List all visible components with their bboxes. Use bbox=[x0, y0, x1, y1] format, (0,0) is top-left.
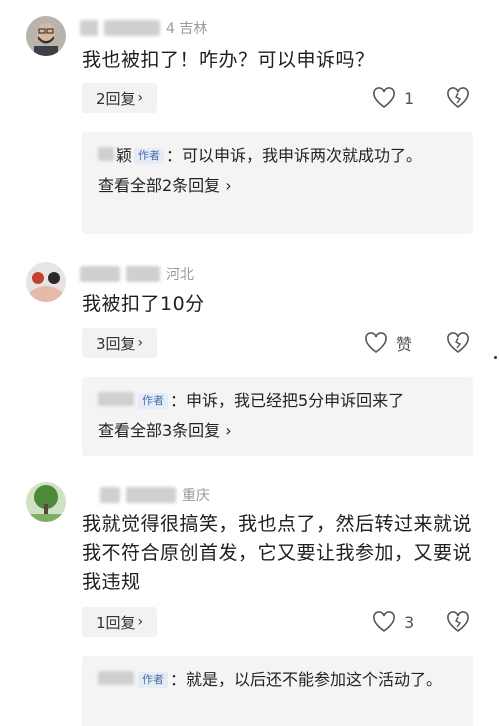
chevron-right-icon: › bbox=[225, 421, 232, 440]
like-count: 3 bbox=[404, 612, 415, 632]
avatar[interactable] bbox=[26, 16, 66, 56]
dislike-button[interactable] bbox=[446, 328, 470, 358]
reply-count-label: 2回复 bbox=[96, 89, 136, 108]
username-redacted bbox=[98, 671, 134, 685]
view-all-replies-link[interactable]: 查看全部2条回复 › bbox=[98, 172, 457, 200]
chevron-right-icon: › bbox=[137, 614, 144, 630]
view-all-replies-link[interactable]: 查看全部3条回复 › bbox=[98, 417, 457, 445]
scroll-indicator-dot bbox=[494, 356, 497, 359]
author-reply-text: ：可以申诉，我申诉两次就成功了。 bbox=[166, 146, 423, 165]
username-redacted bbox=[98, 147, 114, 161]
author-reply: 颖作者 ：可以申诉，我申诉两次就成功了。 bbox=[98, 142, 457, 170]
dislike-button[interactable] bbox=[446, 607, 470, 637]
author-reply-text: ：就是，以后还不能参加这个活动了。 bbox=[170, 670, 443, 689]
heart-outline-icon bbox=[373, 87, 395, 109]
view-all-label: 查看全部2条回复 bbox=[98, 176, 221, 195]
reply-count-button[interactable]: 1回复 › bbox=[82, 607, 158, 637]
like-button[interactable]: 1 bbox=[372, 83, 414, 113]
location-label: 4 吉林 bbox=[166, 21, 208, 37]
heart-outline-icon bbox=[373, 611, 395, 633]
reply-count-label: 3回复 bbox=[96, 334, 136, 353]
username-redacted bbox=[126, 266, 160, 282]
broken-heart-icon bbox=[447, 87, 469, 109]
author-tag: 作者 bbox=[138, 393, 168, 409]
author-reply-text: ：申诉，我已经把5分申诉回来了 bbox=[170, 391, 405, 410]
username-redacted bbox=[80, 266, 120, 282]
username-redacted bbox=[98, 392, 134, 406]
chevron-right-icon: › bbox=[137, 90, 144, 106]
location-label: 重庆 bbox=[182, 488, 210, 504]
author-reply-box[interactable]: 作者 ：申诉，我已经把5分申诉回来了 查看全部3条回复 › bbox=[82, 377, 473, 456]
comment-text: 我被扣了10分 bbox=[82, 293, 205, 315]
like-label: 赞 bbox=[396, 335, 413, 354]
reply-count-label: 1回复 bbox=[96, 613, 136, 632]
avatar[interactable] bbox=[26, 482, 66, 522]
comment-text: 我也被扣了！咋办？可以申诉吗？ bbox=[82, 49, 375, 71]
comment-meta: 河北 bbox=[80, 264, 194, 284]
avatar[interactable] bbox=[26, 262, 66, 302]
location-label: 河北 bbox=[166, 267, 194, 283]
username-redacted bbox=[80, 20, 98, 36]
chevron-right-icon: › bbox=[137, 335, 144, 351]
heart-outline-icon bbox=[365, 332, 387, 354]
comment-text: 我就觉得很搞笑，我也点了，然后转过来就说我不符合原创首发，它又要让我参加，又要说… bbox=[82, 513, 473, 593]
broken-heart-icon bbox=[447, 611, 469, 633]
view-all-label: 查看全部3条回复 bbox=[98, 421, 221, 440]
author-reply-box[interactable]: 作者 ：就是，以后还不能参加这个活动了。 bbox=[82, 656, 473, 726]
reply-author-name: 颖 bbox=[116, 146, 133, 165]
author-reply-box[interactable]: 颖作者 ：可以申诉，我申诉两次就成功了。 查看全部2条回复 › bbox=[82, 132, 473, 234]
reply-count-button[interactable]: 3回复 › bbox=[82, 328, 158, 358]
author-reply: 作者 ：就是，以后还不能参加这个活动了。 bbox=[98, 666, 457, 694]
comment-meta: 4 吉林 bbox=[80, 18, 207, 38]
comment-meta: 重庆 bbox=[80, 485, 210, 505]
broken-heart-icon bbox=[447, 332, 469, 354]
like-button[interactable]: 3 bbox=[372, 607, 414, 637]
author-tag: 作者 bbox=[138, 672, 168, 688]
chevron-right-icon: › bbox=[225, 176, 232, 195]
reply-count-button[interactable]: 2回复 › bbox=[82, 83, 158, 113]
dislike-button[interactable] bbox=[446, 83, 470, 113]
username-redacted bbox=[100, 487, 120, 503]
like-count: 1 bbox=[404, 88, 415, 108]
username-redacted bbox=[126, 487, 176, 503]
author-tag: 作者 bbox=[134, 148, 165, 164]
author-reply: 作者 ：申诉，我已经把5分申诉回来了 bbox=[98, 387, 457, 415]
like-button[interactable]: 赞 bbox=[364, 328, 412, 358]
username-redacted bbox=[104, 20, 160, 36]
